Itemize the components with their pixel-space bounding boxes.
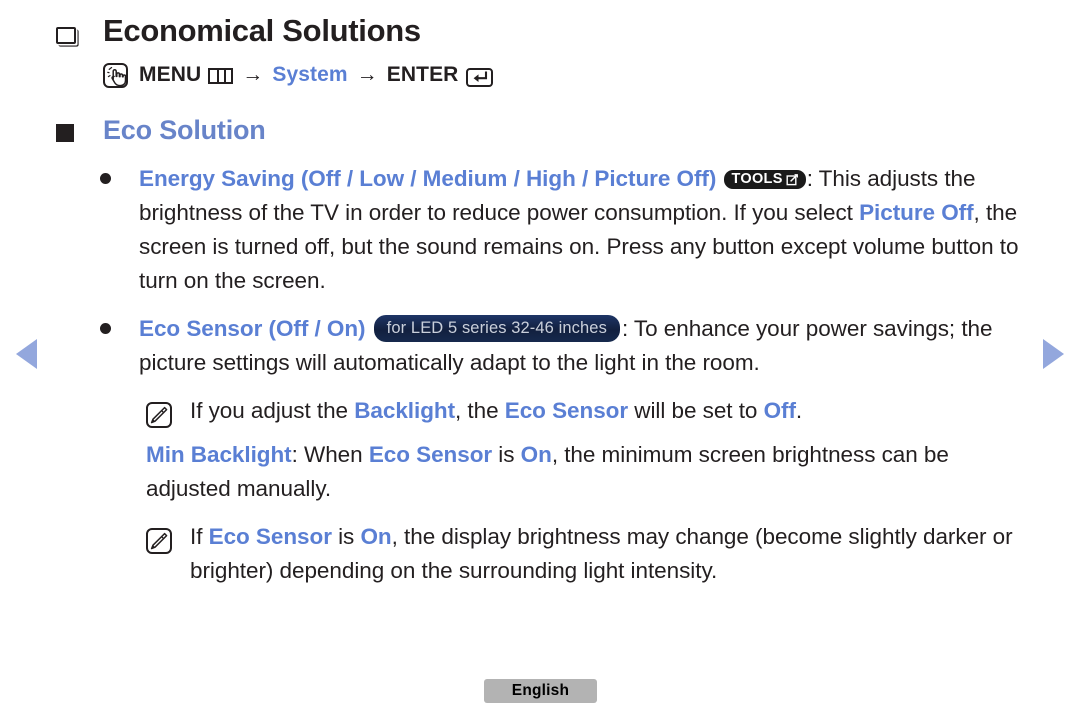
min-backlight-h1: Eco Sensor: [368, 441, 493, 467]
note-2-t2: is: [331, 523, 361, 549]
eco-sensor-body: Eco Sensor (Off / On) for LED 5 series 3…: [139, 312, 1024, 380]
min-backlight-h2: On: [520, 441, 552, 467]
note-1-t3: will be set to: [628, 397, 764, 423]
page-title-row: Economical Solutions: [56, 12, 1036, 51]
round-bullet-icon: [100, 322, 111, 334]
tools-badge-label: TOOLS: [731, 170, 783, 187]
note-2-h1: Eco Sensor: [208, 523, 332, 549]
tools-badge[interactable]: TOOLS: [723, 169, 806, 189]
note-2-t1: If: [190, 523, 209, 549]
menu-label: MENU: [139, 63, 202, 87]
content-column: Economical Solutions MENU → System → ENT…: [56, 12, 1036, 588]
note-pencil-icon: [146, 527, 172, 554]
picture-off-highlight: Picture Off: [859, 199, 974, 225]
section-heading: Eco Solution: [103, 114, 266, 145]
language-chip[interactable]: English: [484, 679, 597, 703]
right-triangle-icon[interactable]: [1043, 339, 1064, 369]
note-row: If you adjust the Backlight, the Eco Sen…: [146, 394, 1036, 428]
tools-arrow-icon: [786, 173, 799, 186]
hand-touch-icon: [103, 62, 128, 88]
eco-sensor-title[interactable]: Eco Sensor (Off / On): [139, 316, 366, 341]
path-arrow-1: →: [242, 63, 264, 87]
list-item: Energy Saving (Off / Low / Medium / High…: [100, 162, 1036, 298]
min-backlight-t1: : When: [291, 441, 369, 467]
page-title: Economical Solutions: [103, 13, 421, 48]
left-triangle-icon[interactable]: [16, 339, 37, 369]
min-backlight-t2: is: [492, 441, 521, 467]
section-heading-row: Eco Solution: [56, 113, 1036, 148]
manual-page: Economical Solutions MENU → System → ENT…: [0, 0, 1080, 705]
note-1-t4: .: [795, 397, 803, 423]
note-2-h2: On: [360, 523, 392, 549]
note-pencil-icon: [146, 401, 172, 428]
min-backlight-label: Min Backlight: [146, 441, 292, 467]
note-row: If Eco Sensor is On, the display brightn…: [146, 520, 1036, 588]
path-arrow-2: →: [356, 63, 378, 87]
note-1-h3: Off: [763, 397, 796, 423]
enter-label: ENTER: [386, 63, 459, 87]
note-text: If Eco Sensor is On, the display brightn…: [190, 520, 1025, 588]
note-1-t1: If you adjust the: [190, 397, 355, 423]
enter-key-icon: [466, 67, 494, 87]
energy-saving-title[interactable]: Energy Saving (Off / Low / Medium / High…: [139, 166, 716, 191]
note-text: If you adjust the Backlight, the Eco Sen…: [190, 394, 802, 428]
energy-saving-body: Energy Saving (Off / Low / Medium / High…: [139, 162, 1024, 298]
note-1-h2: Eco Sensor: [504, 397, 629, 423]
note-1-t2: , the: [455, 397, 505, 423]
filled-square-bullet-icon: [56, 123, 74, 142]
note-1-h1: Backlight: [354, 397, 456, 423]
model-scope-badge: for LED 5 series 32-46 inches: [373, 314, 620, 342]
min-backlight-paragraph: Min Backlight: When Eco Sensor is On, th…: [146, 438, 1026, 506]
menu-path-target[interactable]: System: [272, 63, 347, 87]
outlined-square-bullet-icon: [56, 27, 76, 44]
list-item: Eco Sensor (Off / On) for LED 5 series 3…: [100, 312, 1036, 380]
round-bullet-icon: [100, 172, 111, 184]
menu-path: MENU → System → ENTER: [103, 62, 1036, 88]
menu-grid-icon: [208, 68, 234, 85]
